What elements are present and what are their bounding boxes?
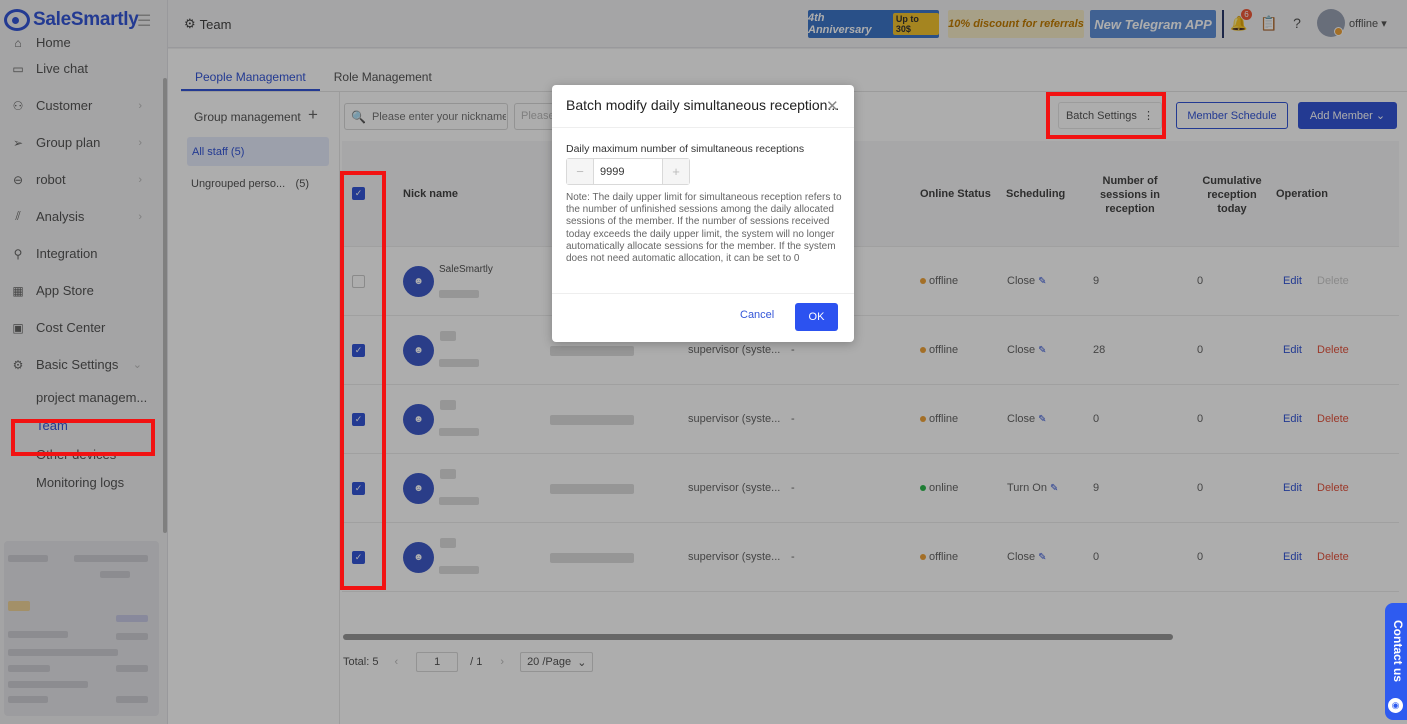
batch-settings-highlight: [1046, 92, 1166, 139]
close-icon[interactable]: ✕: [826, 97, 839, 115]
dialog-title: Batch modify daily simultaneous receptio…: [566, 97, 840, 113]
reception-limit-stepper[interactable]: − 9999 +: [566, 158, 690, 185]
dialog-divider: [552, 127, 854, 128]
team-nav-highlight: [11, 419, 155, 456]
decrement-button[interactable]: −: [567, 159, 594, 184]
batch-modify-dialog: Batch modify daily simultaneous receptio…: [552, 85, 854, 342]
dialog-divider: [552, 293, 854, 294]
checkbox-column-highlight: [340, 171, 386, 590]
chat-bubble-icon[interactable]: ◉: [1388, 698, 1403, 713]
cancel-button[interactable]: Cancel: [740, 309, 774, 321]
contact-us-label[interactable]: Contact us: [1391, 620, 1405, 682]
ok-button[interactable]: OK: [795, 303, 838, 331]
dialog-note: Note: The daily upper limit for simultan…: [566, 192, 842, 265]
reception-limit-input[interactable]: 9999: [594, 159, 662, 184]
field-label: Daily maximum number of simultaneous rec…: [566, 143, 805, 155]
increment-button[interactable]: +: [662, 159, 689, 184]
